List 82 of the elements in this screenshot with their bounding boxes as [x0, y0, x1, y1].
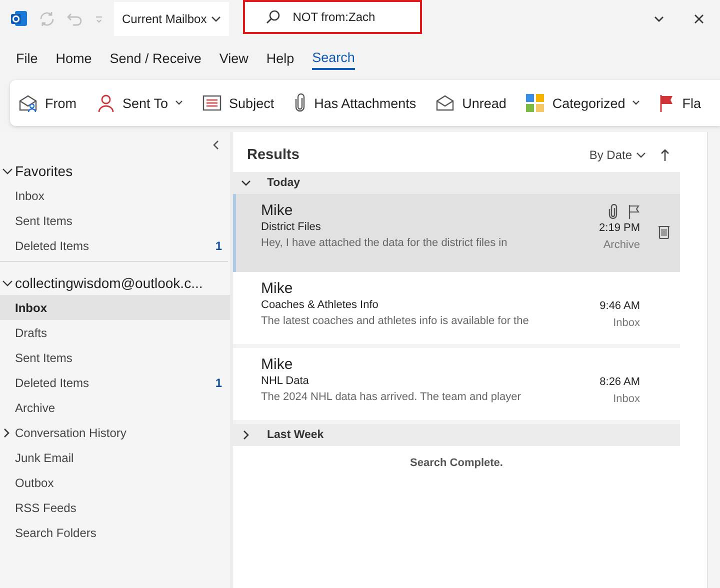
folder-name: Sent Items — [15, 214, 74, 228]
folder-group-header[interactable]: collectingwisdom@outlook.c... — [0, 270, 230, 295]
message-time: 8:26 AM — [600, 376, 640, 388]
search-field[interactable]: NOT from:Zach — [242, 0, 422, 34]
folder-name: Inbox — [613, 393, 640, 405]
message-subject: NHL Data — [261, 375, 310, 387]
menu-tab[interactable]: Home — [56, 48, 92, 70]
sender-name: Mike — [261, 280, 294, 297]
message-preview: The 2024 NHL data has arrived. The team and player — [261, 391, 522, 403]
unread-count: 1 — [215, 238, 223, 252]
document-lines-icon — [202, 93, 222, 113]
ribbon-button[interactable]: Has Attachments — [293, 93, 416, 113]
search-status: Search Complete. — [410, 456, 503, 469]
ribbon-button[interactable]: Fla — [659, 93, 701, 113]
app-logo-icon — [10, 10, 28, 28]
caret-icon — [210, 15, 221, 23]
folder-item[interactable]: Outbox — [0, 470, 230, 495]
menu-tab[interactable]: Search — [312, 48, 355, 70]
ribbon-button[interactable]: Unread — [435, 93, 506, 113]
envelope-icon — [435, 93, 456, 113]
sort-dropdown[interactable]: By Date — [589, 148, 646, 162]
delete-icon[interactable] — [658, 224, 670, 240]
category-grid-icon — [525, 93, 546, 113]
menu-tab[interactable]: View — [219, 48, 248, 70]
sender-name: Mike — [261, 202, 294, 219]
group-header[interactable]: Today — [233, 172, 680, 194]
folder-item[interactable]: Conversation History — [0, 420, 230, 445]
paperclip-icon — [293, 93, 308, 113]
folder-item[interactable]: Drafts — [0, 320, 230, 345]
ribbon-button[interactable]: Sent To — [96, 93, 184, 113]
group-header[interactable]: Last Week — [233, 424, 680, 446]
flag-icon[interactable] — [628, 204, 640, 220]
sort-direction-arrow-icon[interactable] — [660, 148, 670, 162]
folder-name: Archive — [603, 239, 640, 251]
caret-icon — [636, 151, 646, 159]
mailbox-scope-dropdown[interactable]: Current Mailbox — [114, 2, 229, 36]
message-preview: Hey, I have attached the data for the district files in — [261, 237, 508, 249]
folder-name: RSS Feeds — [15, 500, 78, 514]
ribbon-button[interactable]: From — [18, 93, 76, 113]
results-title: Results — [247, 147, 300, 163]
folder-item[interactable]: Deleted Items 1 — [0, 233, 230, 258]
ribbon-button[interactable]: Subject — [202, 93, 274, 113]
flag-icon — [659, 93, 676, 113]
folder-name: Inbox — [15, 188, 46, 202]
folder-name: Deleted Items — [15, 238, 90, 252]
folder-name: Inbox — [613, 317, 640, 329]
search-icon — [264, 9, 281, 25]
folder-item[interactable]: RSS Feeds — [0, 495, 230, 520]
folder-name: Sent Items — [15, 350, 74, 364]
menu-tab[interactable]: Help — [266, 48, 294, 70]
folder-item[interactable]: Inbox — [0, 295, 230, 320]
folder-name: Drafts — [15, 326, 48, 340]
folder-item[interactable]: Search Folders — [0, 520, 230, 545]
person-icon — [96, 93, 116, 113]
folder-item[interactable]: Sent Items — [0, 345, 230, 370]
ribbon-button[interactable]: Categorized — [525, 93, 640, 113]
envelope-person-icon — [18, 93, 38, 113]
folder-item[interactable]: Archive — [0, 395, 230, 420]
menu-tab[interactable]: File — [16, 48, 38, 70]
message-time: 2:19 PM — [599, 222, 640, 234]
message-preview: The latest coaches and athletes info is available for the — [261, 315, 530, 327]
collapse-pane-icon[interactable] — [212, 140, 220, 150]
close-icon[interactable] — [692, 12, 706, 26]
folder-name: Archive — [15, 400, 56, 414]
message-subject: District Files — [261, 221, 322, 233]
folder-item[interactable]: Inbox — [0, 183, 230, 208]
folder-name: Search Folders — [15, 526, 98, 540]
message-item[interactable]: Mike District Files Hey, I have attached the data for the district files in 2:19 PM Archive — [233, 194, 680, 272]
sender-name: Mike — [261, 356, 294, 373]
folder-name: Inbox — [15, 300, 48, 314]
folder-name: Outbox — [15, 476, 55, 490]
message-subject: Coaches & Athletes Info — [261, 299, 380, 311]
folder-item[interactable]: Junk Email — [0, 445, 230, 470]
menu-tab[interactable]: Send / Receive — [110, 48, 202, 70]
folder-name: Conversation History — [15, 426, 128, 440]
folder-item[interactable]: Deleted Items 1 — [0, 370, 230, 395]
unread-count: 1 — [215, 376, 223, 390]
folder-name: Junk Email — [15, 450, 75, 464]
message-time: 9:46 AM — [600, 300, 640, 312]
folder-group-header[interactable]: Favorites — [0, 158, 230, 183]
folder-name: Deleted Items — [15, 376, 90, 390]
folder-item[interactable]: Sent Items — [0, 208, 230, 233]
